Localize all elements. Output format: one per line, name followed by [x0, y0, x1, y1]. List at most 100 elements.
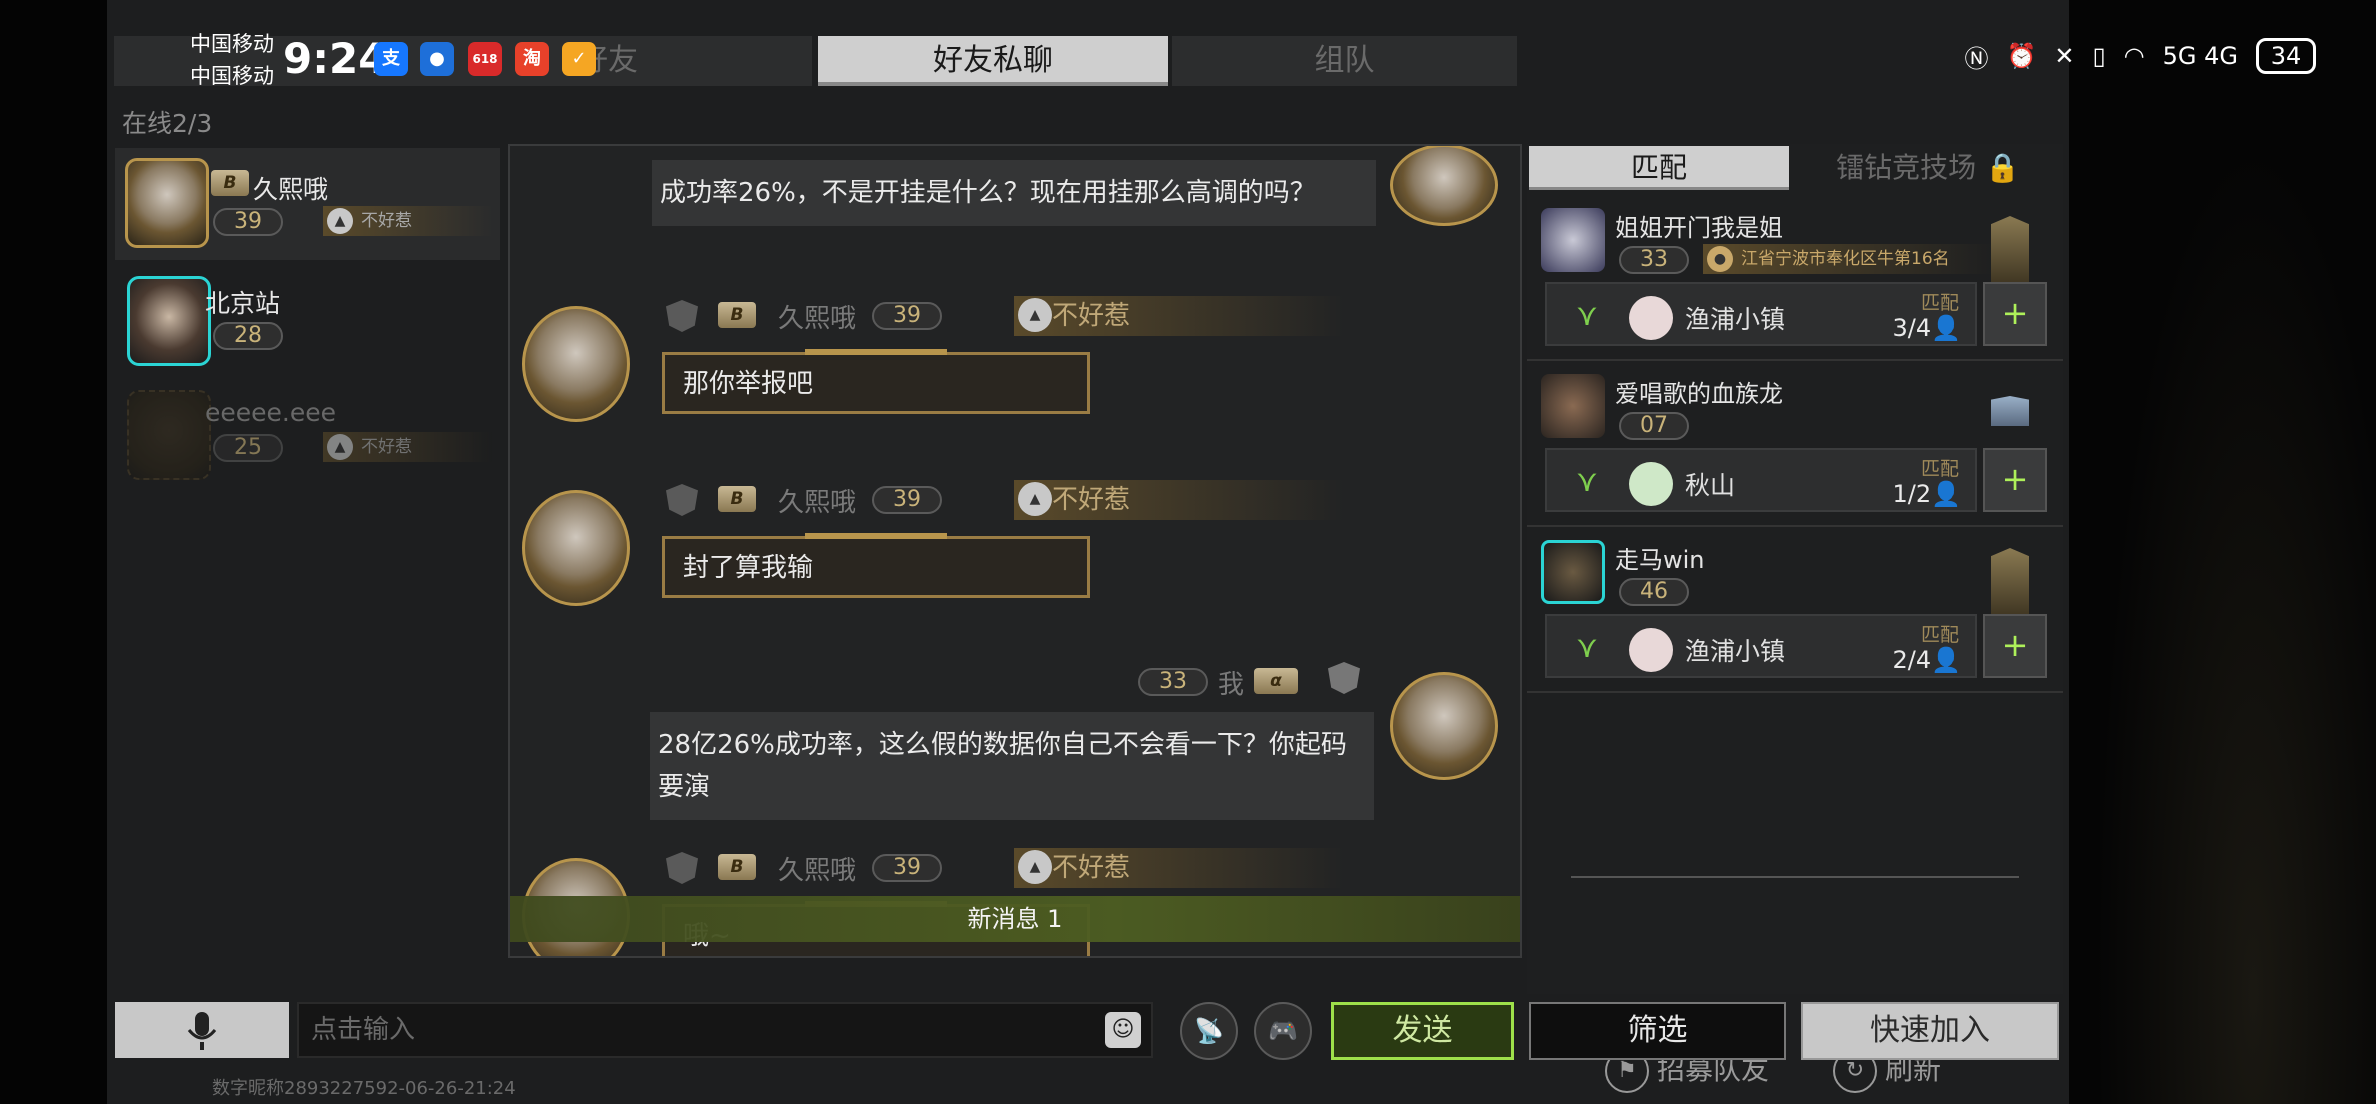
team-card[interactable]: 走马win 46 ⋎ 渔浦小镇 匹配 2/4👤 + [1527, 528, 2063, 693]
chat-message: 成功率26%，不是开挂是什么？现在用挂那么高调的吗？ [652, 160, 1376, 226]
map-name: 渔浦小镇 [1685, 637, 1786, 666]
match-mode: 匹配 [1920, 292, 1959, 314]
rank-badge-icon [1991, 216, 2029, 284]
wing-icon: ⋎ [1576, 630, 1598, 665]
tab-private-chat[interactable]: 好友私聊 [818, 36, 1168, 86]
friend-item[interactable]: eeeee.eee 25 ▲ 不好惹 [115, 378, 500, 490]
chat-panel[interactable]: 成功率26%，不是开挂是什么？现在用挂那么高调的吗？ B 久熙哦 39 ▲ 不好惹… [508, 144, 1522, 958]
medal-icon: ● [1707, 246, 1733, 272]
team-card[interactable]: 爱唱歌的血族龙 07 ⋎ 秋山 匹配 1/2👤 + [1527, 362, 2063, 527]
map-icon [1629, 296, 1673, 340]
voice-button[interactable] [115, 1002, 289, 1058]
wing-icon: ⋎ [1576, 298, 1598, 333]
shield-icon [666, 484, 698, 516]
title-tag: ▲ 不好惹 [323, 432, 493, 462]
radio-button[interactable]: 📡 [1180, 1002, 1238, 1060]
avatar [1541, 374, 1605, 438]
player-count: 3/4👤 [1892, 314, 1961, 342]
level-badge: 39 [213, 208, 283, 236]
avatar[interactable] [522, 490, 630, 606]
gamepad-icon: 🎮 [1268, 1017, 1298, 1045]
send-button[interactable]: 发送 [1331, 1002, 1514, 1060]
map-info: ⋎ 秋山 匹配 1/2👤 [1545, 448, 1977, 512]
avatar [127, 390, 211, 480]
match-panel: 匹配 镭钻竞技场 🔒 姐姐开门我是姐 33 ● 江省宁波市奉化区牛第16名 ⋎ 渔… [1527, 144, 2063, 1093]
sender-name: 久熙哦 [778, 856, 857, 886]
gamepad-button[interactable]: 🎮 [1254, 1002, 1312, 1060]
tab-friends[interactable]: 好友 [114, 36, 812, 86]
rank-badge-icon [1991, 548, 2029, 616]
tab-arena[interactable]: 镭钻竞技场 🔒 [1797, 146, 2059, 190]
filter-button[interactable]: 筛选 [1529, 1002, 1786, 1060]
player-count: 1/2👤 [1892, 480, 1961, 508]
tab-match[interactable]: 匹配 [1529, 146, 1789, 190]
left-background [0, 0, 107, 1104]
chat-input[interactable]: 点击输入 ☺ [297, 1002, 1153, 1058]
avatar[interactable] [522, 306, 630, 422]
avatar [1541, 540, 1605, 604]
quick-join-button[interactable]: 快速加入 [1801, 1002, 2059, 1060]
new-message-banner[interactable]: 新消息 1 [510, 896, 1520, 942]
title-tag: ▲ 不好惹 [323, 206, 493, 236]
avatar [127, 276, 211, 366]
level-badge: 39 [872, 486, 942, 514]
sender-name: 久熙哦 [778, 488, 857, 518]
region-tag: ● 江省宁波市奉化区牛第16名 [1703, 244, 1993, 274]
friend-name: 北京站 [205, 289, 281, 318]
leader-name: 爱唱歌的血族龙 [1615, 380, 1783, 408]
title-tag: ▲ 不好惹 [1014, 296, 1344, 336]
level-badge: 39 [872, 302, 942, 330]
avatar [1541, 208, 1605, 272]
chat-message: 那你举报吧 [662, 349, 1090, 414]
level-badge: 33 [1619, 246, 1689, 274]
level-badge: 28 [213, 322, 283, 350]
wolf-icon: ▲ [1018, 482, 1052, 516]
map-icon [1629, 462, 1673, 506]
join-button[interactable]: + [1983, 614, 2047, 678]
friend-item[interactable]: 北京站 28 [115, 264, 500, 376]
title-tag: ▲ 不好惹 [1014, 848, 1344, 888]
avatar-self [1390, 146, 1498, 226]
wing-icon: ⋎ [1576, 464, 1598, 499]
leader-name: 姐姐开门我是姐 [1615, 214, 1783, 242]
map-icon [1629, 628, 1673, 672]
level-badge: 25 [213, 434, 283, 462]
sender-name: 久熙哦 [778, 304, 857, 334]
map-name: 秋山 [1685, 471, 1736, 500]
rank-b-icon: B [718, 302, 756, 328]
chat-message: 封了算我输 [662, 533, 1090, 598]
right-background [2069, 0, 2376, 1104]
wolf-icon: ▲ [327, 434, 353, 460]
satellite-icon: 📡 [1194, 1017, 1224, 1045]
title-tag: ▲ 不好惹 [1014, 480, 1344, 520]
map-info: ⋎ 渔浦小镇 匹配 2/4👤 [1545, 614, 1977, 678]
rank-b-icon: B [718, 486, 756, 512]
online-count: 在线2/3 [122, 109, 213, 138]
watermark: 数字昵称2893227592-06-26-21:24 [212, 1078, 516, 1099]
player-count: 2/4👤 [1892, 646, 1961, 674]
friend-item[interactable]: B 久熙哦 39 ▲ 不好惹 [115, 148, 500, 260]
rank-badge-icon [1991, 396, 2029, 426]
match-mode: 匹配 [1920, 458, 1959, 480]
map-info: ⋎ 渔浦小镇 匹配 3/4👤 [1545, 282, 1977, 346]
rank-alpha-icon: α [1254, 668, 1298, 694]
level-badge: 39 [872, 854, 942, 882]
tab-team[interactable]: 组队 [1172, 36, 1517, 86]
rank-b-icon: B [718, 854, 756, 880]
wolf-icon: ▲ [1018, 298, 1052, 332]
emoji-icon[interactable]: ☺ [1105, 1012, 1141, 1048]
friend-name: 久熙哦 [253, 175, 329, 204]
leader-name: 走马win [1615, 546, 1705, 574]
avatar-self [1390, 672, 1498, 780]
map-name: 渔浦小镇 [1685, 305, 1786, 334]
microphone-icon [187, 1012, 217, 1050]
team-card[interactable]: 姐姐开门我是姐 33 ● 江省宁波市奉化区牛第16名 ⋎ 渔浦小镇 匹配 3/4👤… [1527, 196, 2063, 361]
join-button[interactable]: + [1983, 282, 2047, 346]
divider [1571, 876, 2019, 878]
level-badge: 46 [1619, 578, 1689, 606]
shield-icon [666, 300, 698, 332]
join-button[interactable]: + [1983, 448, 2047, 512]
wolf-icon: ▲ [1018, 850, 1052, 884]
level-badge: 07 [1619, 412, 1689, 440]
rank-b-icon: B [211, 170, 249, 196]
